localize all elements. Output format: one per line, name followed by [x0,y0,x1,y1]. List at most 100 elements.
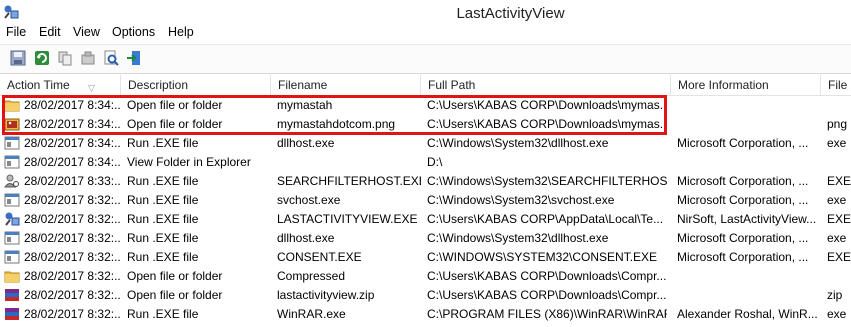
cell-action-time: 28/02/2017 8:32:... [24,212,120,226]
cell-description: Open file or folder [127,117,223,131]
cell-description: Run .EXE file [127,193,199,207]
cell-file-extension: EXE [827,250,851,264]
cell-description: Run .EXE file [127,136,199,150]
cell-filename: LASTACTIVITYVIEW.EXE [277,212,418,226]
menu-view[interactable]: View [73,25,100,39]
cell-file-extension: exe [827,136,847,150]
cell-more-information: Microsoft Corporation, ... [677,193,809,207]
copy-icon[interactable] [57,50,73,66]
cell-filename: SEARCHFILTERHOST.EXE [277,174,421,188]
col-description[interactable]: Description [121,75,271,95]
col-more-information[interactable]: More Information [671,75,821,95]
cell-full-path: C:\Windows\System32\dllhost.exe [427,231,609,245]
table-row[interactable]: 28/02/2017 8:32:... Run .EXE file CONSENT.… [0,248,851,267]
col-action-time[interactable]: Action Time ▽ [0,75,121,95]
cell-filename: lastactivityview.zip [277,288,375,302]
cell-file-extension: EXE [827,174,851,188]
cell-filename: mymastahdotcom.png [277,117,396,131]
cell-file-extension [827,267,851,286]
cell-description: Run .EXE file [127,307,199,321]
window-title: LastActivityView [456,5,565,22]
cell-more-information [677,286,817,305]
menu-options[interactable]: Options [112,25,155,39]
cell-file-extension: exe [827,193,847,207]
cell-file-extension: zip [827,288,843,302]
cell-description: Run .EXE file [127,250,199,264]
table-row[interactable]: 28/02/2017 8:34:... Run .EXE file dllhost.… [0,134,851,153]
cell-file-extension: png [827,117,848,131]
cell-full-path: C:\Users\KABAS CORP\Downloads\Compr... [427,288,667,302]
cell-description: Open file or folder [127,269,223,283]
cell-description: Open file or folder [127,98,223,112]
cell-description: Run .EXE file [127,231,199,245]
table-row[interactable]: 28/02/2017 8:34:... Open file or folder my… [0,115,851,134]
col-file-extension[interactable]: File E [821,75,851,95]
title-bar: LastActivityView [0,0,851,26]
cell-full-path: C:\Windows\System32\svchost.exe [427,193,615,207]
find-icon[interactable] [103,50,119,66]
column-header: Action Time ▽ Description Filename Full P… [0,75,851,96]
menu-file[interactable]: File [6,25,26,39]
cell-action-time: 28/02/2017 8:32:... [24,288,120,302]
save-icon[interactable] [10,50,26,66]
cell-full-path: C:\Users\KABAS CORP\Downloads\mymas... [427,117,667,131]
col-full-path[interactable]: Full Path [421,75,671,95]
cell-filename: dllhost.exe [277,231,335,245]
cell-action-time: 28/02/2017 8:32:... [24,193,120,207]
cell-filename: dllhost.exe [277,136,335,150]
table-row[interactable]: 28/02/2017 8:32:... Run .EXE file WinRAR.e… [0,305,851,324]
table-row[interactable]: 28/02/2017 8:32:... Open file or folder la… [0,286,851,305]
winrar-icon [5,308,19,320]
cell-action-time: 28/02/2017 8:34:... [24,136,120,150]
table-row[interactable]: 28/02/2017 8:34:... Open file or folder my… [0,96,851,115]
table-row[interactable]: 28/02/2017 8:33:... Run .EXE file SEARCHFI… [0,172,851,191]
cell-more-information: Microsoft Corporation, ... [677,174,809,188]
exe-icon [4,155,20,169]
toolbar [0,44,851,74]
cell-full-path: C:\Users\KABAS CORP\Downloads\mymas... [427,98,667,112]
cell-action-time: 28/02/2017 8:32:... [24,269,120,283]
table-row[interactable]: 28/02/2017 8:32:... Open file or folder Co… [0,267,851,286]
image-file-icon [4,118,20,131]
cell-more-information [677,115,817,134]
cell-description: View Folder in Explorer [127,155,251,169]
cell-more-information: NirSoft, LastActivityView... [677,212,817,226]
cell-description: Run .EXE file [127,212,199,226]
properties-icon[interactable] [80,50,96,66]
cell-action-time: 28/02/2017 8:32:... [24,250,120,264]
cell-filename: mymastah [277,98,333,112]
exe-icon [4,193,20,207]
winrar-icon [5,289,19,301]
table-row[interactable]: 28/02/2017 8:32:... Run .EXE file svchost.… [0,191,851,210]
cell-action-time: 28/02/2017 8:34:... [24,98,120,112]
table-row[interactable]: 28/02/2017 8:32:... Run .EXE file dllhost.… [0,229,851,248]
menu-edit[interactable]: Edit [39,25,61,39]
cell-file-extension: EXE [827,212,851,226]
cell-action-time: 28/02/2017 8:32:... [24,307,120,321]
cell-description: Open file or folder [127,288,223,302]
cell-more-information: Microsoft Corporation, ... [677,231,809,245]
cell-more-information [677,267,817,286]
cell-more-information [677,96,817,115]
table-row[interactable]: 28/02/2017 8:32:... Run .EXE file LASTACTI… [0,210,851,229]
user-search-icon [4,174,19,188]
folder-icon [4,271,20,283]
exe-icon [4,136,20,150]
cell-full-path: D:\ [427,155,443,169]
cell-full-path: C:\Users\KABAS CORP\Downloads\Compr... [427,269,667,283]
cell-file-extension: exe [827,231,847,245]
exe-icon [4,250,20,264]
cell-full-path: C:\Users\KABAS CORP\AppData\Local\Te... [427,212,664,226]
cell-more-information: Microsoft Corporation, ... [677,250,809,264]
cell-file-extension [827,153,851,172]
cell-more-information: Alexander Roshal, WinR... [677,307,817,321]
menu-help[interactable]: Help [168,25,194,39]
col-filename[interactable]: Filename [271,75,421,95]
table-row[interactable]: 28/02/2017 8:34:... View Folder in Explor… [0,153,851,172]
cell-filename: Compressed [277,269,346,283]
cell-filename: CONSENT.EXE [277,250,362,264]
exit-icon[interactable] [126,50,142,66]
refresh-icon[interactable] [34,50,50,66]
cell-filename [277,153,421,172]
cell-action-time: 28/02/2017 8:33:... [24,174,120,188]
